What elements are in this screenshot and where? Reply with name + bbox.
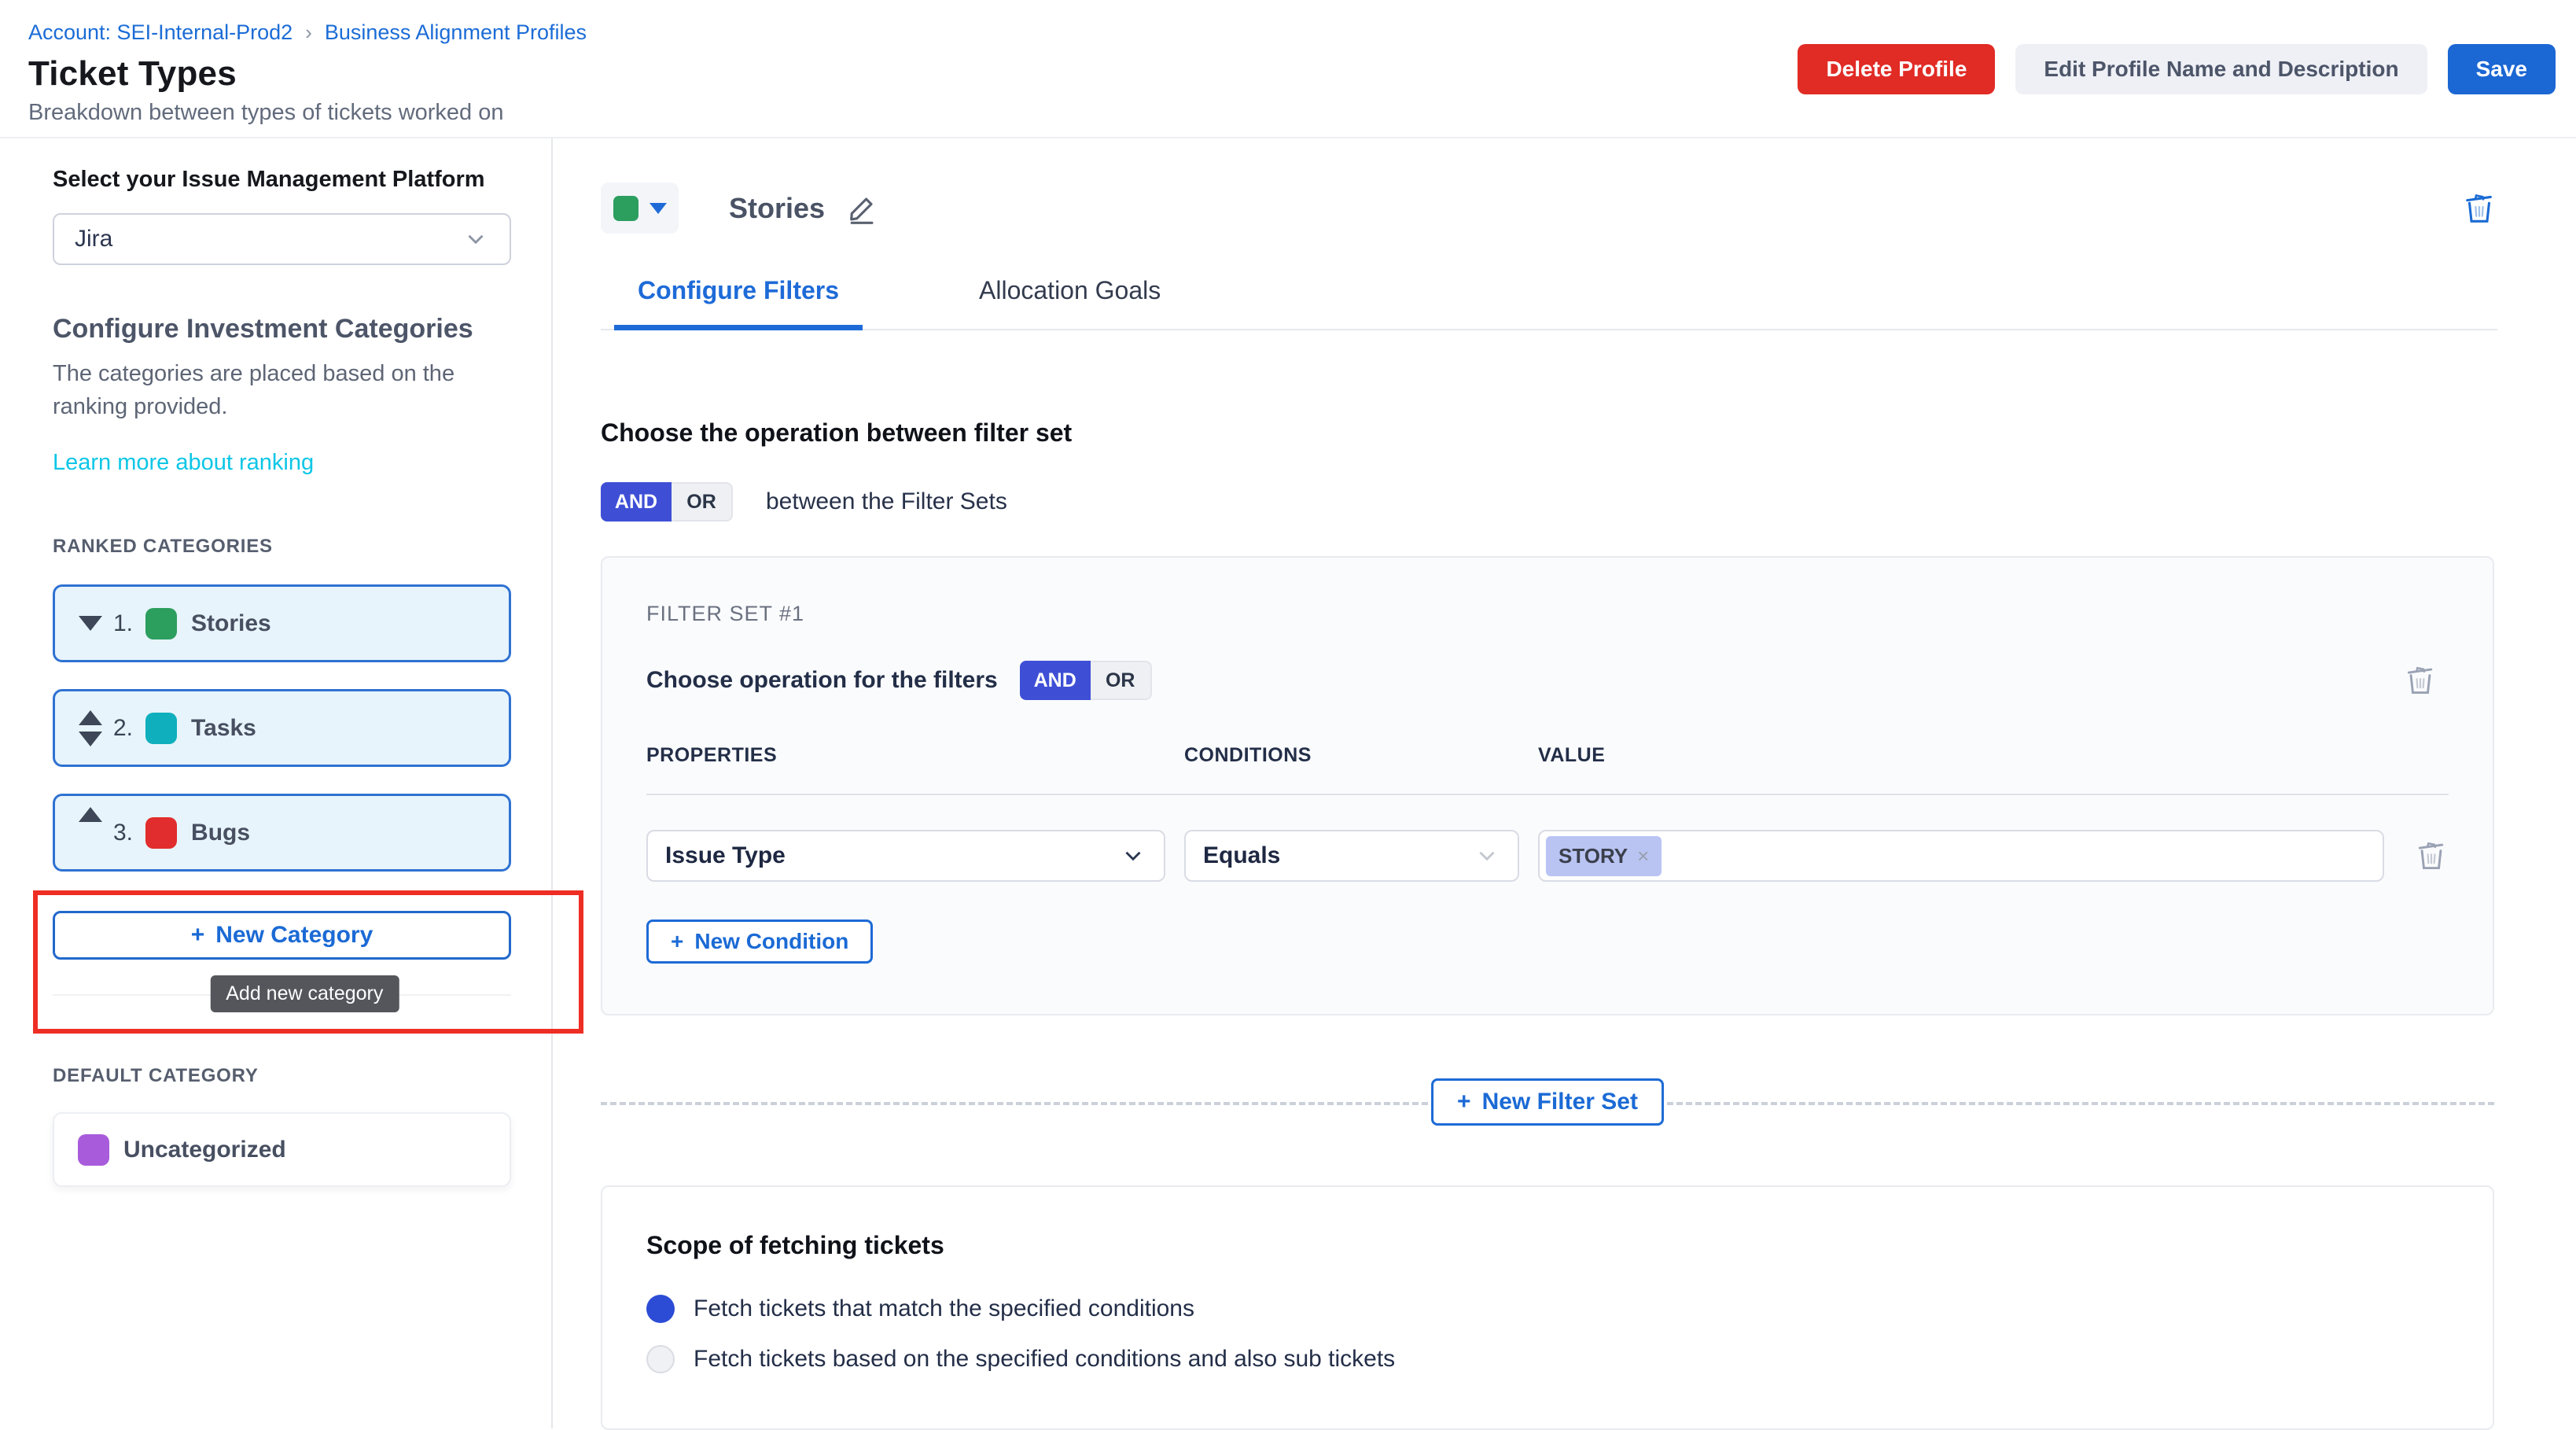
category-color-picker[interactable] (601, 182, 679, 234)
radio-selected-icon[interactable] (646, 1295, 675, 1323)
value-input[interactable]: STORY × (1538, 830, 2384, 882)
plus-icon: + (1457, 1089, 1471, 1115)
breadcrumb-separator-icon: › (305, 20, 312, 45)
delete-category-trash-icon[interactable] (2461, 190, 2497, 227)
between-filter-sets-text: between the Filter Sets (766, 488, 1007, 515)
category-color-swatch (145, 608, 177, 639)
plus-icon: + (671, 929, 683, 954)
condition-select-value: Equals (1203, 842, 1280, 869)
header-actions: Delete Profile Edit Profile Name and Des… (1798, 44, 2556, 94)
category-color-swatch (145, 713, 177, 744)
sort-up-icon[interactable] (79, 807, 113, 822)
category-label: Stories (191, 610, 271, 637)
value-column-header: VALUE (1538, 744, 2384, 767)
delete-condition-trash-icon[interactable] (2414, 838, 2449, 873)
ranked-category-bugs[interactable]: 3. Bugs (53, 794, 511, 872)
investment-categories-title: Configure Investment Categories (53, 314, 511, 345)
new-filter-set-zone: + New Filter Set (601, 1044, 2494, 1162)
filters-operation-label: Choose operation for the filters (646, 667, 998, 694)
ranked-categories-label: RANKED CATEGORIES (53, 536, 511, 558)
scope-option-label: Fetch tickets based on the specified con… (694, 1346, 1395, 1373)
filters-and-or-toggle[interactable]: AND OR (1020, 661, 1152, 700)
platform-select-label: Select your Issue Management Platform (53, 167, 511, 193)
scope-title: Scope of fetching tickets (646, 1231, 2449, 1260)
delete-profile-button[interactable]: Delete Profile (1798, 44, 1995, 94)
tab-allocation-goals[interactable]: Allocation Goals (955, 276, 1184, 329)
condition-row: Issue Type Equals STORY × (646, 830, 2449, 882)
sidebar: Select your Issue Management Platform Ji… (0, 138, 553, 1428)
investment-categories-description: The categories are placed based on the r… (53, 357, 511, 423)
add-new-category-tooltip: Add new category (210, 975, 399, 1012)
properties-column-header: PROPERTIES (646, 744, 1165, 767)
main-content: Stories Configure Filters All (553, 138, 2576, 1428)
remove-tag-icon[interactable]: × (1637, 844, 1649, 868)
filter-set-title: FILTER SET #1 (646, 602, 2449, 626)
radio-unselected-icon[interactable] (646, 1345, 675, 1373)
scope-option-label: Fetch tickets that match the specified c… (694, 1295, 1194, 1322)
edit-pencil-icon[interactable] (845, 191, 880, 226)
new-filter-set-button[interactable]: + New Filter Set (1431, 1078, 1664, 1126)
filter-sets-and-or-toggle[interactable]: AND OR (601, 482, 733, 522)
category-color-swatch (78, 1134, 109, 1166)
property-select-value: Issue Type (665, 842, 786, 869)
chevron-down-icon (462, 226, 489, 252)
new-condition-button-label: New Condition (694, 929, 848, 954)
scope-panel: Scope of fetching tickets Fetch tickets … (601, 1185, 2494, 1430)
new-filter-set-button-label: New Filter Set (1482, 1089, 1638, 1115)
save-button[interactable]: Save (2448, 44, 2556, 94)
delete-filter-set-trash-icon[interactable] (2403, 663, 2438, 698)
breadcrumb-profiles-link[interactable]: Business Alignment Profiles (325, 20, 587, 45)
scope-option-match-conditions[interactable]: Fetch tickets that match the specified c… (646, 1295, 2449, 1323)
category-label: Bugs (191, 820, 250, 846)
scope-option-include-sub-tickets[interactable]: Fetch tickets based on the specified con… (646, 1345, 2449, 1373)
tab-bar: Configure Filters Allocation Goals (601, 276, 2497, 330)
learn-more-ranking-link[interactable]: Learn more about ranking (53, 450, 314, 476)
default-category-label: DEFAULT CATEGORY (53, 1065, 511, 1087)
sort-up-down-icon[interactable] (79, 710, 113, 746)
filter-set-operation-heading: Choose the operation between filter set (601, 418, 2497, 448)
or-toggle-option[interactable]: OR (1091, 661, 1152, 700)
and-toggle-option[interactable]: AND (1020, 661, 1091, 700)
property-select[interactable]: Issue Type (646, 830, 1165, 882)
plus-icon: + (191, 922, 205, 949)
category-color-swatch (145, 817, 177, 849)
category-header: Stories (601, 182, 2497, 234)
or-toggle-option[interactable]: OR (672, 482, 733, 522)
value-tag-label: STORY (1558, 844, 1628, 868)
category-rank: 2. (113, 715, 133, 742)
condition-select[interactable]: Equals (1184, 830, 1519, 882)
breadcrumb: Account: SEI-Internal-Prod2 › Business A… (28, 20, 2548, 45)
category-rank: 3. (113, 820, 133, 846)
filter-set-panel: FILTER SET #1 Choose operation for the f… (601, 556, 2494, 1015)
category-name-title: Stories (729, 192, 825, 225)
chevron-down-icon (1474, 842, 1500, 869)
chevron-down-icon (1120, 842, 1146, 869)
ranked-category-stories[interactable]: 1. Stories (53, 584, 511, 662)
new-category-button[interactable]: + New Category (53, 911, 511, 960)
breadcrumb-account-link[interactable]: Account: SEI-Internal-Prod2 (28, 20, 293, 45)
category-label: Uncategorized (123, 1137, 286, 1163)
ranked-category-tasks[interactable]: 2. Tasks (53, 689, 511, 767)
edit-profile-button[interactable]: Edit Profile Name and Description (2015, 44, 2427, 94)
page-header: Account: SEI-Internal-Prod2 › Business A… (0, 0, 2576, 138)
divider (646, 794, 2449, 795)
tab-configure-filters[interactable]: Configure Filters (614, 276, 863, 329)
category-rank: 1. (113, 610, 133, 637)
new-condition-button[interactable]: + New Condition (646, 920, 873, 964)
caret-down-icon (650, 203, 667, 214)
conditions-column-header: CONDITIONS (1184, 744, 1519, 767)
default-category-card: Uncategorized (53, 1112, 511, 1187)
value-tag-story: STORY × (1546, 836, 1662, 876)
new-category-button-label: New Category (215, 922, 373, 949)
platform-select-value: Jira (75, 226, 112, 252)
category-color-swatch (613, 196, 638, 221)
page-subtitle: Breakdown between types of tickets worke… (28, 100, 2548, 126)
sort-down-icon[interactable] (79, 616, 113, 631)
platform-select[interactable]: Jira (53, 213, 511, 265)
new-category-zone: + New Category Add new category (53, 890, 511, 1034)
and-toggle-option[interactable]: AND (601, 482, 672, 522)
category-label: Tasks (191, 715, 256, 742)
